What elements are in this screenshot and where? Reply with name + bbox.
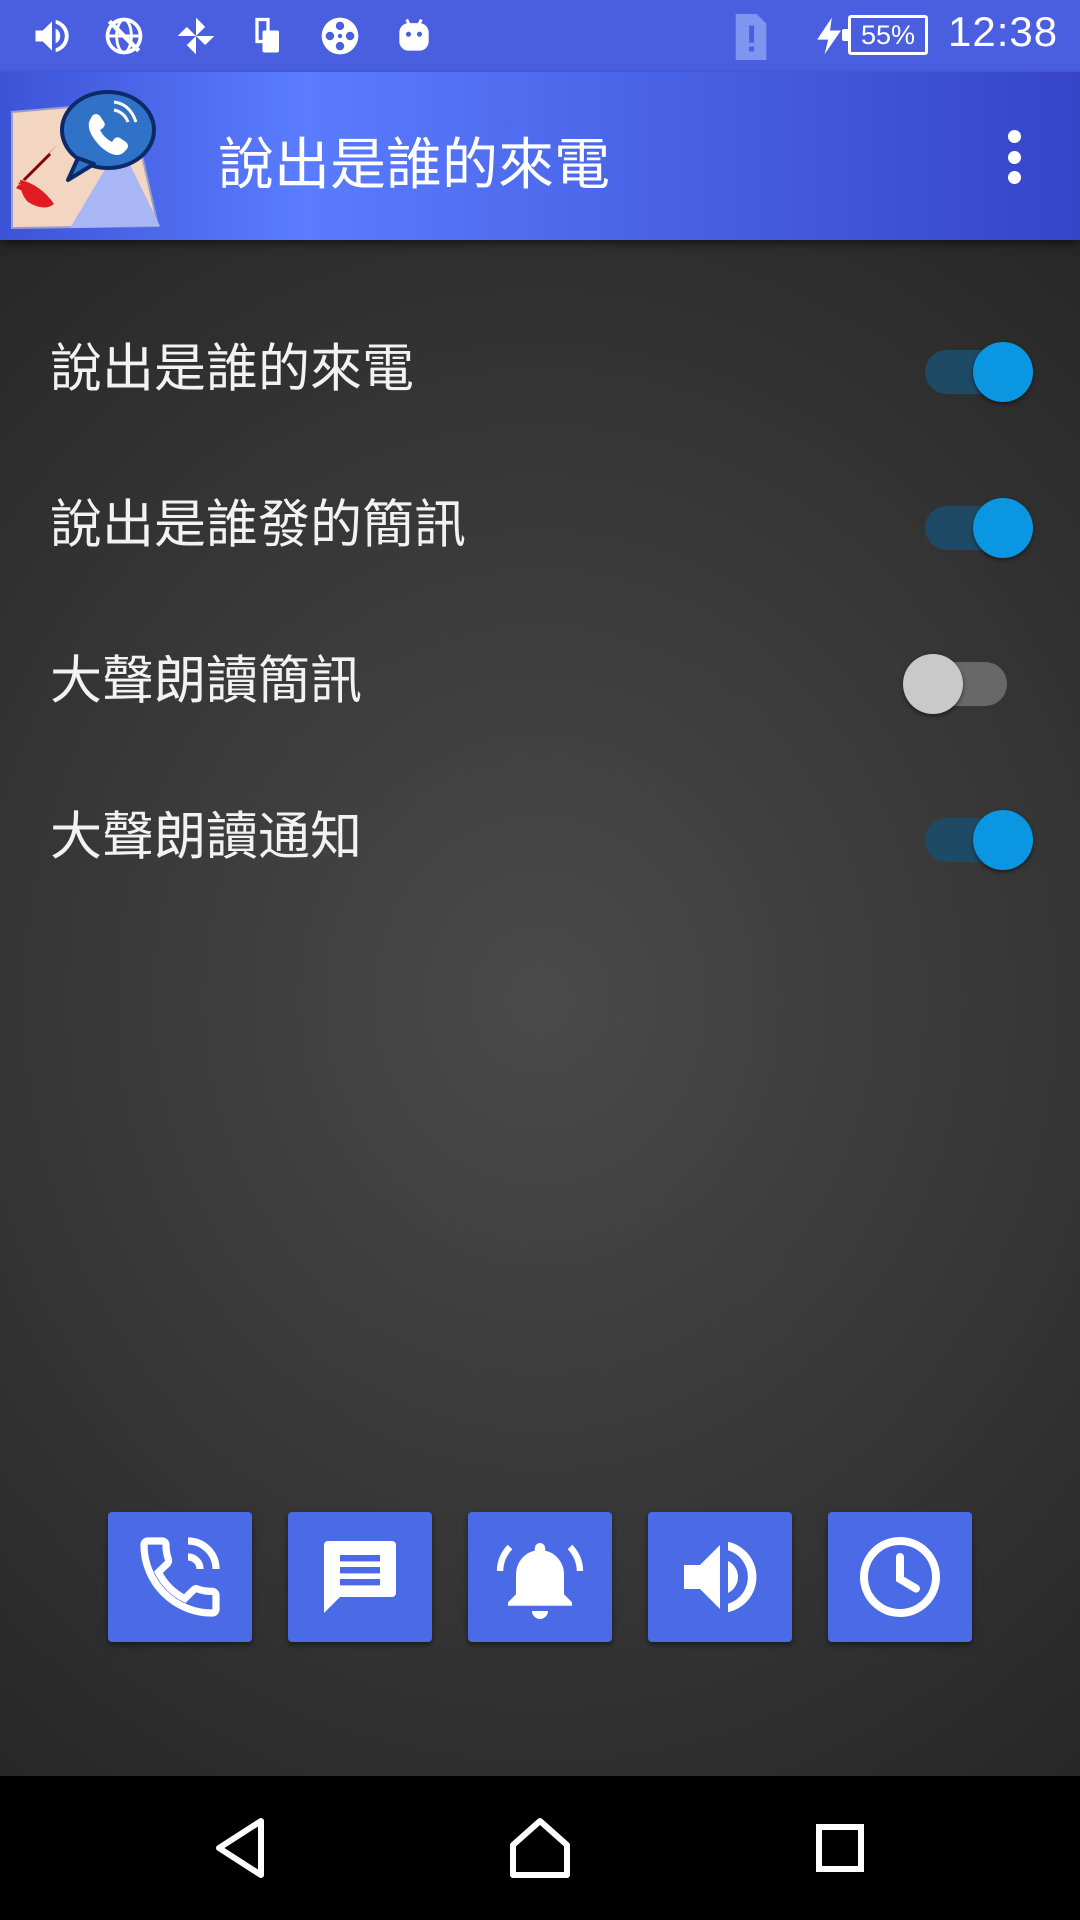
- setting-row-caller-announce[interactable]: 說出是誰的來電: [0, 286, 1080, 442]
- sms-sender-announce-switch[interactable]: [905, 488, 1033, 558]
- setting-label: 大聲朗讀通知: [50, 807, 363, 868]
- talking-caller-logo: [11, 90, 160, 230]
- clock-icon: [860, 1537, 940, 1617]
- setting-row-read-sms[interactable]: 大聲朗讀簡訊: [0, 598, 1080, 754]
- setting-row-read-notifications[interactable]: 大聲朗讀通知: [0, 754, 1080, 910]
- page-title: 說出是誰的來電: [218, 133, 610, 198]
- read-notifications-switch[interactable]: [905, 800, 1033, 870]
- setting-label: 說出是誰發的簡訊: [50, 495, 467, 556]
- battery-indicator: 55%: [842, 15, 928, 55]
- incoming-call-button[interactable]: [108, 1512, 252, 1642]
- read-sms-switch[interactable]: [903, 644, 1013, 714]
- setting-label: 大聲朗讀簡訊: [50, 651, 363, 712]
- screen: 55% 12:38 說出是誰的來電 說出是誰的來電 說出是誰發的簡訊 大聲朗讀簡…: [0, 0, 1080, 1920]
- navigation-bar: [0, 1776, 1080, 1920]
- phone-screen-icon: [255, 17, 279, 53]
- overflow-menu-icon[interactable]: [996, 122, 1032, 192]
- speaker-icon: [684, 1541, 757, 1613]
- notification-alert-button[interactable]: [468, 1512, 612, 1642]
- alarm-bell-icon: [496, 1543, 584, 1619]
- recents-icon[interactable]: [804, 1812, 876, 1884]
- schedule-button[interactable]: [828, 1512, 972, 1642]
- incoming-call-icon: [140, 1537, 220, 1617]
- no-network-icon: [105, 17, 143, 55]
- message-icon: [324, 1541, 396, 1613]
- app-bar: 說出是誰的來電: [0, 72, 1080, 240]
- volume-icon: [35, 19, 69, 53]
- home-icon[interactable]: [504, 1812, 576, 1884]
- status-bar: 55% 12:38: [0, 0, 1080, 72]
- caller-announce-switch[interactable]: [905, 332, 1033, 402]
- sim-alert-icon: [735, 14, 767, 60]
- settings-content: 說出是誰的來電 說出是誰發的簡訊 大聲朗讀簡訊 大聲朗讀通知: [0, 240, 1080, 1776]
- clock-time: 12:38: [948, 8, 1059, 55]
- android-icon: [399, 18, 429, 51]
- back-icon[interactable]: [204, 1812, 276, 1884]
- message-button[interactable]: [288, 1512, 432, 1642]
- setting-label: 說出是誰的來電: [50, 339, 415, 400]
- setting-row-sms-sender-announce[interactable]: 說出是誰發的簡訊: [0, 442, 1080, 598]
- pinwheel-icon: [177, 17, 215, 55]
- speaker-button[interactable]: [648, 1512, 792, 1642]
- film-reel-icon: [321, 17, 359, 55]
